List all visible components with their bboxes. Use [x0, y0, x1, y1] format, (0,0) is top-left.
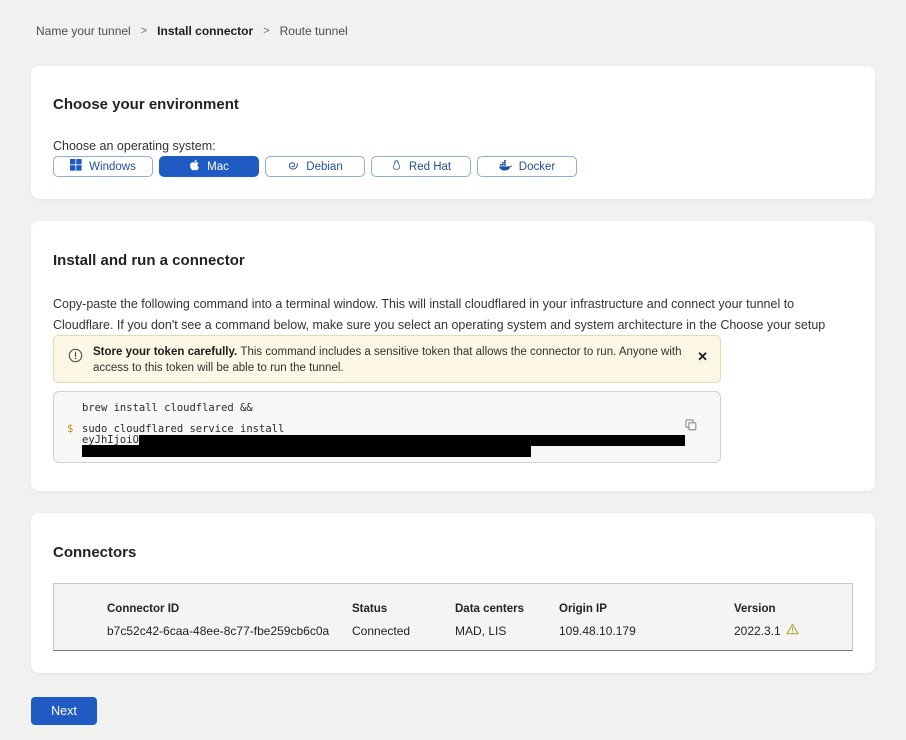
os-button-redhat[interactable]: Red Hat	[371, 156, 471, 177]
apple-icon	[189, 159, 200, 174]
breadcrumb-separator: >	[263, 25, 269, 37]
connectors-header-row: Connector ID Status Data centers Origin …	[54, 584, 852, 619]
os-button-label: Docker	[519, 161, 555, 173]
os-button-windows[interactable]: Windows	[53, 156, 153, 177]
token-warning-text: Store your token carefully. This command…	[93, 344, 689, 376]
os-button-label: Mac	[207, 161, 229, 173]
breadcrumb-route-tunnel[interactable]: Route tunnel	[280, 24, 348, 38]
header-origin-ip: Origin IP	[559, 584, 734, 619]
breadcrumb: Name your tunnel > Install connector > R…	[36, 24, 348, 38]
os-button-row: Windows Mac Debian Red Hat Docker	[53, 156, 577, 177]
breadcrumb-install-connector[interactable]: Install connector	[157, 24, 253, 38]
choose-environment-title: Choose your environment	[53, 96, 239, 113]
close-icon[interactable]: ✕	[697, 350, 708, 363]
windows-icon	[70, 159, 82, 174]
os-button-label: Windows	[89, 161, 136, 173]
data-centers-value: MAD, LIS	[455, 619, 559, 638]
token-warning-banner: Store your token carefully. This command…	[53, 335, 721, 383]
version-value: 2022.3.1	[734, 619, 852, 638]
next-button[interactable]: Next	[31, 697, 97, 725]
header-status: Status	[352, 584, 455, 619]
code-line-brew: brew install cloudflared &&	[82, 402, 253, 414]
os-select-label: Choose an operating system:	[53, 139, 216, 153]
connector-id-value: b7c52c42-6caa-48ee-8c77-fbe259cb6c0a	[54, 619, 352, 638]
warning-triangle-icon	[786, 623, 799, 638]
os-button-docker[interactable]: Docker	[477, 156, 577, 177]
origin-ip-value: 109.48.10.179	[559, 619, 734, 638]
redacted-token-bar	[139, 435, 685, 446]
shell-prompt: $	[67, 423, 73, 435]
copy-icon[interactable]	[684, 418, 698, 435]
install-connector-title: Install and run a connector	[53, 252, 245, 269]
breadcrumb-name-your-tunnel[interactable]: Name your tunnel	[36, 24, 131, 38]
debian-icon	[287, 159, 299, 174]
breadcrumb-separator: >	[141, 25, 147, 37]
token-warning-title: Store your token carefully.	[93, 346, 240, 358]
header-data-centers: Data centers	[455, 584, 559, 619]
connectors-card: Connectors Connector ID Status Data cent…	[31, 513, 875, 673]
install-command-code-block: brew install cloudflared && $ sudo cloud…	[53, 391, 721, 463]
connectors-table: Connector ID Status Data centers Origin …	[53, 583, 853, 651]
alert-circle-icon	[68, 348, 83, 368]
header-connector-id: Connector ID	[54, 584, 352, 619]
docker-icon	[499, 160, 512, 174]
header-version: Version	[734, 584, 852, 619]
os-button-label: Red Hat	[409, 161, 451, 173]
os-button-mac[interactable]: Mac	[159, 156, 259, 177]
os-button-debian[interactable]: Debian	[265, 156, 365, 177]
connector-row: b7c52c42-6caa-48ee-8c77-fbe259cb6c0a Con…	[54, 619, 852, 638]
os-button-label: Debian	[306, 161, 342, 173]
status-badge: Connected	[352, 619, 455, 638]
version-number: 2022.3.1	[734, 624, 781, 638]
redhat-icon	[391, 159, 402, 174]
choose-environment-card: Choose your environment Choose an operat…	[31, 66, 875, 199]
install-connector-card: Install and run a connector Copy-paste t…	[31, 221, 875, 491]
connectors-title: Connectors	[53, 544, 136, 561]
redacted-token-bar	[82, 445, 531, 457]
